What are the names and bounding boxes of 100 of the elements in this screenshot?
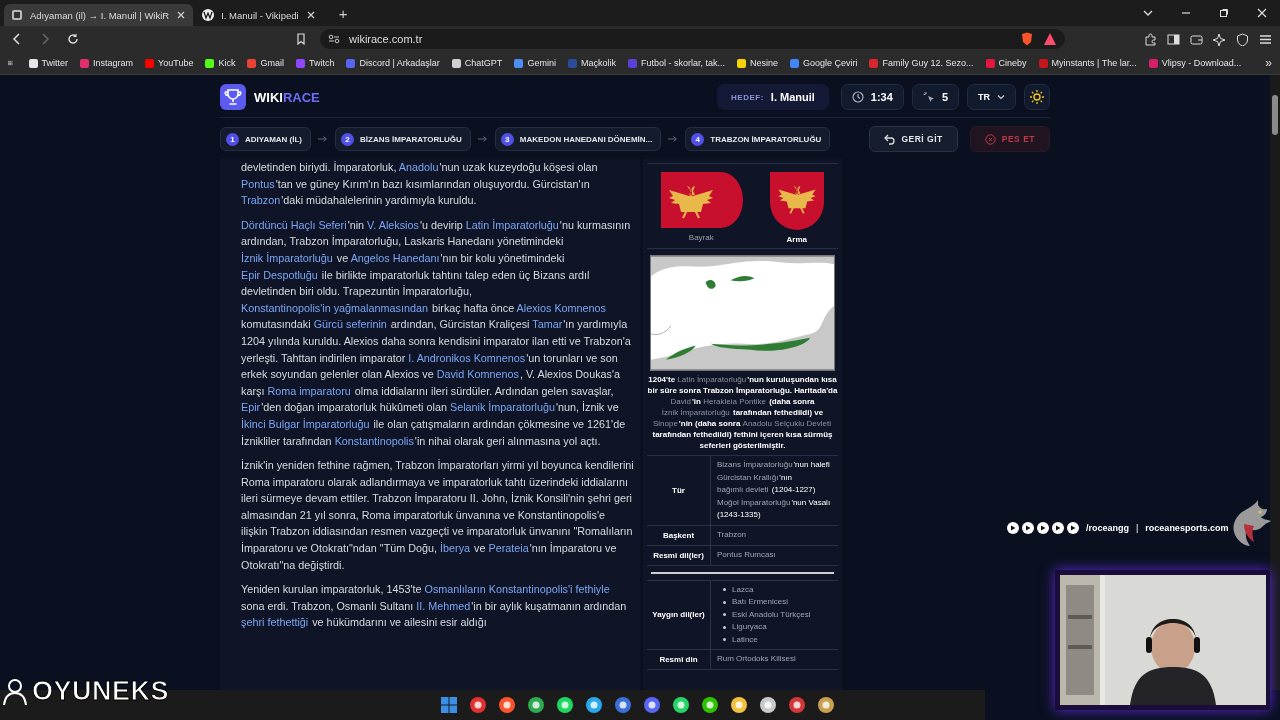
link[interactable]: Pontus — [241, 177, 275, 190]
step-chip[interactable]: 4 TRABZON İMPARATORLUĞU — [685, 127, 831, 151]
bookmark-item[interactable]: Cineby — [985, 58, 1027, 68]
bookmark-item[interactable]: Gmail — [247, 58, 284, 68]
link[interactable]: Selanik İmparatorluğu — [449, 401, 555, 414]
link[interactable]: İznik İmparatorluğu — [241, 251, 333, 264]
link[interactable]: David Komnenos — [436, 368, 519, 381]
triangle-icon[interactable] — [1043, 32, 1057, 46]
link[interactable]: Rum Ortodoks Kilisesi — [717, 654, 796, 663]
more-bookmarks-button[interactable]: » — [1265, 56, 1272, 70]
bookmark-item[interactable]: Futbol - skorlar, tak... — [627, 58, 725, 68]
link[interactable]: Anadolu — [398, 161, 439, 173]
link[interactable]: Liguryaca — [732, 621, 767, 634]
bookmark-item[interactable]: YouTube — [145, 58, 194, 68]
lion-shield-icon[interactable] — [1020, 32, 1034, 46]
app-icon[interactable] — [643, 696, 661, 714]
app-icon[interactable] — [614, 696, 632, 714]
app-icon[interactable] — [759, 696, 777, 714]
link[interactable]: Latin İmparatorluğu — [677, 375, 747, 384]
link[interactable]: İkinci Bulgar İmparatorluğu — [241, 417, 370, 430]
step-chip[interactable]: 3 MAKEDON HANEDANI DÖNEMİN... — [494, 127, 662, 151]
restore-icon[interactable] — [1219, 8, 1229, 18]
logo-text[interactable]: WIKIRACE — [254, 89, 320, 105]
link[interactable]: II. Mehmed — [416, 599, 471, 612]
step-chip[interactable]: 1 ADIYAMAN (İL) — [220, 127, 312, 151]
close-icon[interactable] — [176, 10, 187, 20]
link[interactable]: I. Andronikos Komnenos — [408, 351, 526, 364]
link[interactable]: Eski Anadolu Türkçesi — [732, 608, 811, 621]
bookmark-item[interactable]: Myinstants | The lar... — [1038, 58, 1137, 68]
link[interactable]: Sinope — [652, 419, 678, 428]
browser-tab[interactable]: Adıyaman (il) → I. Manuil | WikiR — [4, 4, 194, 26]
forward-icon[interactable] — [39, 33, 51, 45]
browser-tab[interactable]: I. Manuil - Vikipedi — [195, 4, 323, 26]
link[interactable]: Gürcistan Krallığı — [717, 472, 779, 482]
link[interactable]: Gürcü seferinin — [313, 318, 387, 331]
chevron-down-icon[interactable] — [1143, 8, 1153, 18]
link[interactable]: Roma imparatoru — [267, 384, 351, 397]
app-icon[interactable] — [527, 696, 545, 714]
app-icon[interactable] — [469, 696, 487, 714]
language-select[interactable]: TR — [967, 84, 1016, 110]
link[interactable]: Alexios Komnenos — [516, 301, 606, 314]
app-icon[interactable] — [585, 696, 603, 714]
bookmark-item[interactable]: Twitch — [295, 58, 335, 68]
close-icon[interactable] — [305, 10, 316, 20]
bookmark-item[interactable]: Twitter — [28, 58, 69, 68]
link[interactable]: Trabzon — [241, 194, 281, 207]
link[interactable]: Herakleia Pontike — [703, 397, 766, 406]
app-icon[interactable] — [817, 696, 835, 714]
app-icon[interactable] — [788, 696, 806, 714]
address-bar[interactable]: wikirace.com.tr — [320, 29, 1065, 49]
back-icon[interactable] — [11, 33, 23, 45]
windows-start-icon[interactable] — [440, 696, 458, 714]
bookmark-item[interactable]: Maçkolik — [567, 58, 616, 68]
link[interactable]: Pontus Rumcası — [717, 549, 776, 559]
link[interactable]: Anadolu Selçuklu Devleti — [742, 419, 832, 428]
bookmark-icon[interactable] — [295, 33, 307, 45]
link[interactable]: İberya — [440, 542, 471, 555]
link[interactable]: Trabzon — [717, 529, 747, 539]
bookmark-item[interactable]: Family Guy 12. Sezo... — [869, 58, 974, 68]
app-icon[interactable] — [498, 696, 516, 714]
wallet-icon[interactable] — [1190, 32, 1203, 46]
bookmark-item[interactable]: Google Çeviri — [789, 58, 858, 68]
link[interactable]: Epir Despotluğu — [241, 268, 318, 281]
link[interactable]: Dördüncü Haçlı Seferi — [241, 218, 347, 231]
theme-toggle-button[interactable] — [1024, 84, 1050, 110]
link[interactable]: Tamar — [532, 318, 563, 331]
link[interactable]: Konstantinopolis — [334, 434, 414, 447]
back-button[interactable]: GERİ GİT — [869, 126, 958, 152]
link[interactable]: Lazca — [732, 583, 754, 596]
sidebar-icon[interactable] — [1167, 32, 1180, 46]
link[interactable]: V. Aleksios — [367, 218, 419, 231]
sparkle-icon[interactable] — [1213, 32, 1226, 46]
link[interactable]: İznik İmparatorluğu — [661, 408, 730, 417]
trophy-icon[interactable] — [220, 84, 246, 110]
bookmark-item[interactable]: Instagram — [80, 58, 134, 68]
link[interactable]: Osmanlıların Konstantinopolis'i fethiyle — [424, 583, 610, 596]
link[interactable]: Angelos Hanedanı — [350, 251, 440, 264]
app-icon[interactable] — [730, 696, 748, 714]
bookmark-item[interactable]: Kick — [205, 58, 236, 68]
step-chip[interactable]: 2 BİZANS İMPARATORLUĞU — [335, 127, 471, 151]
app-icon[interactable] — [556, 696, 574, 714]
reload-icon[interactable] — [67, 33, 79, 45]
bookmark-item[interactable]: Gemini — [514, 58, 556, 68]
app-icon[interactable] — [701, 696, 719, 714]
link[interactable]: Latince — [732, 633, 758, 646]
link[interactable]: Perateia — [488, 542, 529, 555]
bookmark-item[interactable]: ChatGPT — [451, 58, 503, 68]
scrollbar-thumb[interactable] — [1272, 95, 1278, 135]
bookmark-item[interactable]: Discord | Arkadaşlar — [346, 58, 440, 68]
bookmark-item[interactable]: Nesine — [736, 58, 778, 68]
link[interactable]: şehri fethettiği — [241, 616, 309, 629]
menu-icon[interactable] — [1259, 32, 1272, 46]
link[interactable]: David — [670, 397, 691, 406]
link[interactable]: bağımlı devleti — [717, 485, 769, 494]
link[interactable]: Konstantinopolis'in yağmalanmasından — [241, 301, 428, 314]
bookmark-item[interactable]: Vlipsy - Download... — [1148, 58, 1242, 68]
puzzle-icon[interactable] — [1144, 32, 1157, 46]
link[interactable]: Latin İmparatorluğu — [465, 218, 559, 231]
link[interactable]: Moğol İmparatorluğu — [717, 497, 791, 507]
new-tab-button[interactable]: + — [338, 4, 348, 22]
